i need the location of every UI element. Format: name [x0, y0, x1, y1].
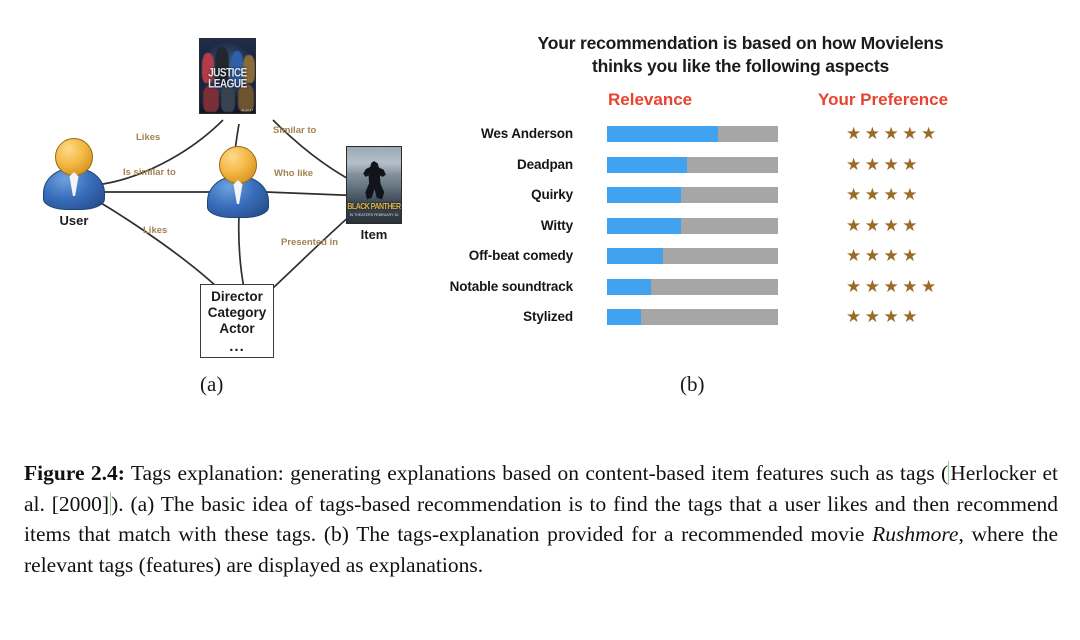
user-avatar-icon: [40, 138, 108, 210]
relevance-bar-track: [607, 278, 778, 295]
preference-stars: ★★★★: [846, 307, 921, 327]
attribute-director: Director: [211, 289, 263, 304]
poster-title-league: LEAGUE: [208, 78, 247, 91]
recommendation-row: Wes Anderson ★★★★★: [418, 122, 1063, 153]
relevance-bar-fill: [607, 248, 664, 265]
tag-label: Stylized: [523, 309, 573, 325]
tag-label: Quirky: [531, 187, 573, 203]
node-user: User: [40, 138, 108, 228]
recommendation-row: Notable soundtrack ★★★★★: [418, 275, 1063, 306]
relevance-bar-fill: [607, 187, 681, 204]
caption-figure-number: Figure 2.4:: [24, 461, 125, 485]
edge-label-who-like: Who like: [274, 168, 314, 179]
recommendation-row: Witty ★★★★: [418, 214, 1063, 245]
node-attributes-box: Director Category Actor ...: [200, 284, 274, 358]
caption-movie-title: Rushmore: [872, 522, 959, 547]
relevance-bar-track: [607, 187, 778, 204]
preference-stars: ★★★★★: [846, 124, 940, 144]
subfigure-label-a: (a): [200, 372, 224, 396]
relevance-bar-fill: [607, 278, 652, 295]
relevance-bar-fill: [607, 217, 681, 234]
node-item: BLACK PANTHER IN THEATERS FEBRUARY 16 It…: [346, 146, 402, 242]
poster-subtitle: IN THEATERS FEBRUARY 16: [349, 213, 399, 217]
poster-justice-league: JUSTICE LEAGUE 11.17.17: [199, 38, 256, 114]
attribute-actor: Actor: [219, 320, 255, 336]
column-header-relevance: Relevance: [608, 90, 693, 110]
caption-text-part-1: Tags explanation: generating explanation…: [124, 461, 949, 485]
recommendation-rows: Wes Anderson ★★★★★ Deadpan ★★★★ Quirky ★★★★ Wi…: [418, 122, 1063, 336]
edge-user-to-attributes: [237, 215, 245, 289]
tag-label: Wes Anderson: [481, 126, 573, 142]
relevance-bar-track: [607, 248, 778, 265]
edge-label-presented-in: Presented in: [281, 237, 339, 248]
node-label-item: Item: [360, 227, 388, 242]
preference-stars: ★★★★: [846, 185, 921, 205]
preference-stars: ★★★★: [846, 154, 921, 174]
tag-label: Deadpan: [517, 156, 573, 172]
recommendation-row: Off-beat comedy ★★★★: [418, 244, 1063, 275]
relevance-bar-fill: [607, 156, 688, 173]
relevance-bar-track: [607, 126, 778, 143]
avatar-head: [55, 138, 93, 176]
edge-label-similar-to: Similar to: [273, 125, 317, 136]
preference-stars: ★★★★★: [846, 276, 940, 296]
column-header-preference: Your Preference: [818, 90, 949, 110]
relevance-bar-fill: [607, 309, 642, 326]
user-avatar-icon: [204, 146, 272, 218]
avatar-head: [219, 146, 257, 184]
tag-label: Notable soundtrack: [449, 278, 573, 294]
node-movie-justice-league: JUSTICE LEAGUE 11.17.17: [199, 38, 256, 114]
recommendation-title: Your recommendation is based on how Movi…: [418, 20, 1063, 78]
tag-label: Witty: [540, 217, 573, 233]
recommendation-title-line1: Your recommendation is based on how Movi…: [537, 33, 944, 53]
relevance-bar-track: [607, 156, 778, 173]
preference-stars: ★★★★: [846, 246, 921, 266]
attribute-category: Category: [207, 304, 267, 320]
figure-caption: Figure 2.4: Tags explanation: generating…: [24, 458, 1058, 580]
panel-a-graph-diagram: JUSTICE LEAGUE 11.17.17 User BLACK PANTH…: [18, 20, 418, 365]
recommendation-title-line2: thinks you like the following aspects: [592, 56, 889, 77]
preference-stars: ★★★★: [846, 215, 921, 235]
recommendation-row: Stylized ★★★★: [418, 305, 1063, 336]
attribute-ellipsis: ...: [229, 337, 245, 355]
poster-footer-date: 11.17.17: [241, 108, 253, 112]
panel-b-recommendation-explanation: Your recommendation is based on how Movi…: [418, 20, 1063, 365]
edge-user-likes-attributes: [95, 199, 219, 289]
relevance-bar-track: [607, 309, 778, 326]
recommendation-row: Quirky ★★★★: [418, 183, 1063, 214]
relevance-bar-fill: [607, 126, 719, 143]
figure-image: JUSTICE LEAGUE 11.17.17 User BLACK PANTH…: [0, 0, 1080, 415]
subfigure-label-b: (b): [680, 372, 705, 396]
tag-label: Off-beat comedy: [468, 248, 573, 264]
edge-label-is-similar-to: Is similar to: [123, 167, 176, 178]
column-headers: Relevance Your Preference: [418, 90, 1063, 120]
recommendation-row: Deadpan ★★★★: [418, 153, 1063, 184]
node-similar-user: [204, 146, 272, 218]
edge-label-likes-top: Likes: [136, 132, 161, 143]
poster-title-black-panther: BLACK PANTHER: [347, 203, 401, 212]
node-label-user: User: [59, 213, 89, 228]
relevance-bar-track: [607, 217, 778, 234]
edge-label-likes-bottom: Likes: [143, 225, 168, 236]
poster-black-panther: BLACK PANTHER IN THEATERS FEBRUARY 16: [346, 146, 402, 224]
